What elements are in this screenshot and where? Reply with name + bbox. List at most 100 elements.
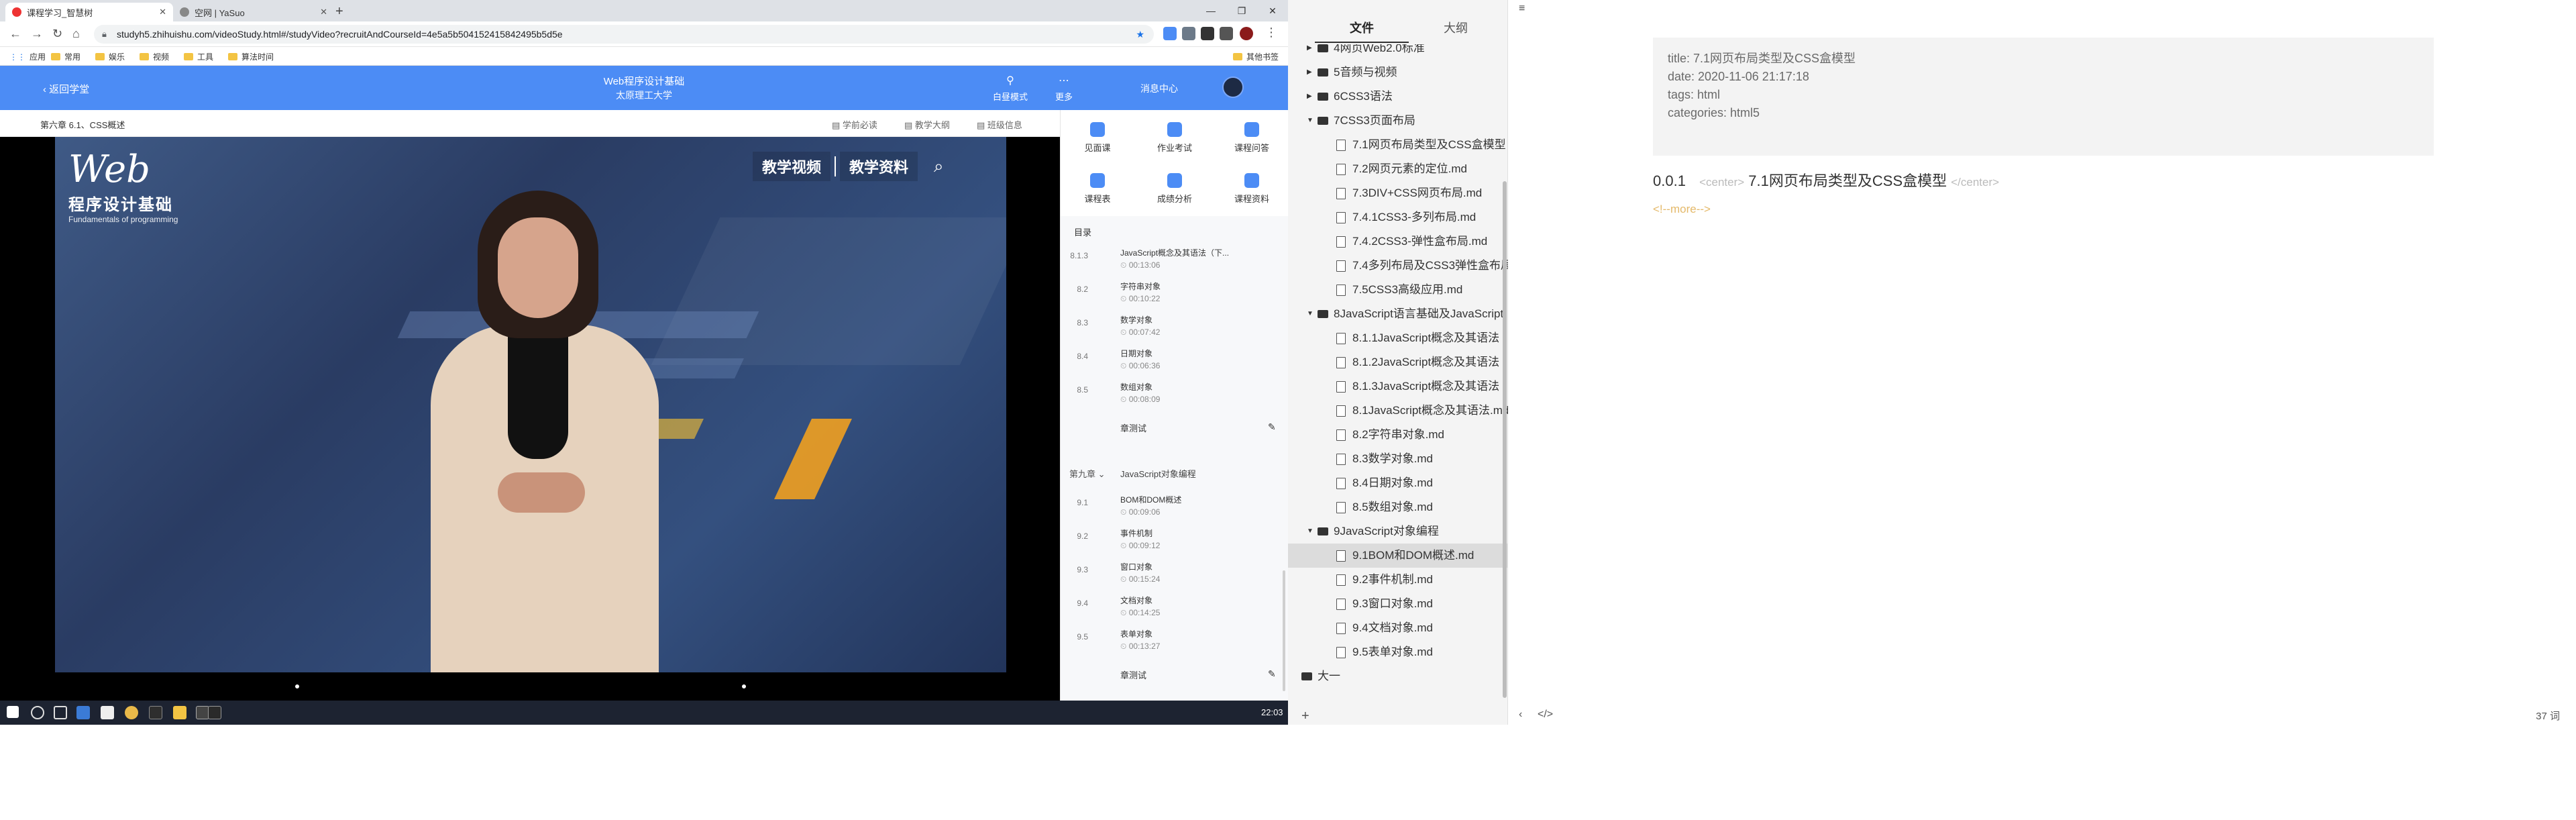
tree-folder[interactable]: ▼ 9JavaScript对象编程 — [1288, 519, 1508, 544]
search-icon[interactable] — [31, 706, 44, 719]
back-arrow-icon[interactable]: ← — [9, 27, 21, 41]
tree-file[interactable]: 8.5数组对象.md — [1288, 495, 1508, 519]
quick-link[interactable]: 课程资料 — [1215, 173, 1289, 205]
chapter-test-link[interactable]: 章测试 — [1120, 668, 1146, 681]
tree-file[interactable]: 8.3数学对象.md — [1288, 447, 1508, 471]
other-bookmarks[interactable]: 其他书签 — [1233, 51, 1279, 62]
home-icon[interactable]: ⌂ — [72, 27, 80, 41]
chrome-icon[interactable] — [125, 706, 138, 719]
tree-file[interactable]: 7.3DIV+CSS网页布局.md — [1288, 181, 1508, 205]
outline-toggle-icon[interactable]: ≡ — [1519, 3, 1525, 15]
caret-down-icon[interactable]: ▼ — [1307, 109, 1313, 133]
tree-file[interactable]: 7.1网页布局类型及CSS盒模型 — [1288, 133, 1508, 157]
tree-file[interactable]: 7.5CSS3高级应用.md — [1288, 278, 1508, 302]
tree-folder[interactable]: ▶ 6CSS3语法 — [1288, 85, 1508, 109]
folder-icon[interactable] — [173, 706, 186, 719]
bookmark-folder[interactable]: 视频 — [140, 51, 169, 62]
tab-outline[interactable]: 大纲 — [1409, 19, 1503, 36]
extension-icon[interactable] — [1182, 27, 1195, 40]
scrollbar[interactable] — [1503, 181, 1507, 698]
store-icon[interactable] — [101, 706, 114, 719]
tree-file[interactable]: 9.3窗口对象.md — [1288, 592, 1508, 616]
edit-icon[interactable]: ✎ — [1268, 421, 1276, 433]
class-info-button[interactable]: ▤ 班级信息 — [977, 118, 1022, 131]
terminal-icon[interactable] — [149, 706, 162, 719]
quick-link[interactable]: 见面课 — [1061, 122, 1134, 154]
video-player[interactable]: Web 程序设计基础 Fundamentals of programming 教… — [0, 137, 1060, 701]
syllabus-button[interactable]: ▤ 教学大纲 — [904, 118, 950, 131]
close-icon[interactable]: ✕ — [320, 7, 327, 17]
bookmark-folder[interactable]: 工具 — [184, 51, 213, 62]
kebab-menu-icon[interactable]: ⋮ — [1265, 25, 1277, 40]
address-bar[interactable]: 🔒︎ studyh5.zhihuishu.com/videoStudy.html… — [94, 25, 1154, 44]
profile-avatar[interactable] — [1240, 27, 1253, 40]
video-frame[interactable]: Web 程序设计基础 Fundamentals of programming 教… — [55, 137, 1006, 672]
bookmark-apps[interactable]: ⋮⋮ 应用 — [9, 51, 46, 62]
extension-icon[interactable] — [1220, 27, 1233, 40]
tree-file[interactable]: 8.1.2JavaScript概念及其语法 — [1288, 350, 1508, 374]
bookmark-folder[interactable]: 算法时间 — [228, 51, 274, 62]
tree-folder[interactable]: ▼ 7CSS3页面布局 — [1288, 109, 1508, 133]
tree-file[interactable]: 9.2事件机制.md — [1288, 568, 1508, 592]
more-button[interactable]: ⋯ 更多 — [1037, 74, 1091, 103]
browser-tab-active[interactable]: 课程学习_智慧树 ✕ — [5, 3, 173, 21]
tree-file[interactable]: 7.4.1CSS3-多列布局.md — [1288, 205, 1508, 229]
caret-down-icon[interactable]: ▼ — [1307, 302, 1313, 326]
tree-file[interactable]: 7.4多列布局及CSS3弹性盒布局 — [1288, 254, 1508, 278]
tree-file[interactable]: 8.1JavaScript概念及其语法.md — [1288, 399, 1508, 423]
tree-file[interactable]: 7.2网页元素的定位.md — [1288, 157, 1508, 181]
tree-folder[interactable]: ▼ 8JavaScript语言基础及JavaScript — [1288, 302, 1508, 326]
day-mode-button[interactable]: ⚲ 白昼模式 — [983, 74, 1037, 103]
caret-right-icon[interactable]: ▶ — [1307, 60, 1312, 85]
tree-file[interactable]: 9.1BOM和DOM概述.md — [1288, 544, 1508, 568]
add-icon[interactable]: + — [1301, 709, 1309, 724]
minimize-button[interactable]: — — [1195, 0, 1226, 21]
quick-link[interactable]: 课程问答 — [1215, 122, 1289, 154]
maximize-button[interactable]: ❐ — [1226, 0, 1257, 21]
chapter-row[interactable]: 第九章 ⌄ JavaScript对象编程 — [1069, 467, 1196, 480]
close-icon[interactable]: ✕ — [159, 7, 166, 17]
browser-tab[interactable]: 空网 | YaSuo ✕ — [173, 3, 334, 21]
caret-right-icon[interactable]: ▶ — [1307, 85, 1312, 109]
prestudy-button[interactable]: ▤ 学前必读 — [832, 118, 877, 131]
avatar[interactable] — [1222, 76, 1244, 98]
caret-right-icon[interactable]: ▶ — [1307, 44, 1312, 60]
tree-file[interactable]: 9.5表单对象.md — [1288, 640, 1508, 664]
document-heading[interactable]: 0.0.1 <center> 7.1网页布局类型及CSS盒模型 </center… — [1653, 169, 1999, 191]
bookmark-folder[interactable]: 常用 — [51, 51, 80, 62]
app-icon[interactable] — [196, 706, 209, 719]
tree-folder[interactable]: 大一 — [1288, 664, 1508, 688]
window-close-button[interactable]: ✕ — [1257, 0, 1288, 21]
puzzle-icon[interactable] — [1201, 27, 1214, 40]
tree-file[interactable]: 7.4.2CSS3-弹性盒布局.md — [1288, 229, 1508, 254]
extension-icon[interactable] — [1163, 27, 1177, 40]
scrollbar[interactable] — [1283, 570, 1285, 691]
app-icon[interactable] — [76, 706, 90, 719]
front-matter-block[interactable]: title: 7.1网页布局类型及CSS盒模型 date: 2020-11-06… — [1653, 38, 2434, 156]
star-icon[interactable]: ★ — [1136, 25, 1144, 44]
quick-link[interactable]: 课程表 — [1061, 173, 1134, 205]
source-code-icon[interactable]: </> — [1538, 709, 1553, 721]
typora-icon[interactable] — [208, 706, 221, 719]
chevron-left-icon[interactable]: ‹ — [1519, 709, 1522, 721]
tree-folder[interactable]: ▶ 5音频与视频 — [1288, 60, 1508, 85]
edit-icon[interactable]: ✎ — [1268, 668, 1276, 680]
bookmark-folder[interactable]: 娱乐 — [95, 51, 125, 62]
tree-file[interactable]: 9.4文档对象.md — [1288, 616, 1508, 640]
windows-start-icon[interactable] — [7, 706, 19, 718]
quick-link[interactable]: 成绩分析 — [1138, 173, 1212, 205]
chapter-test-link[interactable]: 章测试 — [1120, 421, 1146, 434]
tree-file[interactable]: 8.1.3JavaScript概念及其语法 — [1288, 374, 1508, 399]
reload-icon[interactable]: ↻ — [52, 27, 62, 41]
tree-file[interactable]: 8.4日期对象.md — [1288, 471, 1508, 495]
caret-down-icon[interactable]: ▼ — [1307, 519, 1313, 544]
quick-link[interactable]: 作业考试 — [1138, 122, 1212, 154]
task-view-icon[interactable] — [54, 706, 67, 719]
tree-file[interactable]: 8.1.1JavaScript概念及其语法 — [1288, 326, 1508, 350]
tab-files[interactable]: 文件 — [1315, 19, 1409, 36]
message-center-link[interactable]: 消息中心 — [1140, 82, 1178, 95]
forward-arrow-icon[interactable]: → — [31, 27, 43, 41]
editor-pane[interactable]: ≡ title: 7.1网页布局类型及CSS盒模型 date: 2020-11-… — [1508, 0, 2576, 725]
tree-folder[interactable]: ▶ 4网页Web2.0标准 — [1288, 44, 1508, 60]
tree-file[interactable]: 8.2字符串对象.md — [1288, 423, 1508, 447]
